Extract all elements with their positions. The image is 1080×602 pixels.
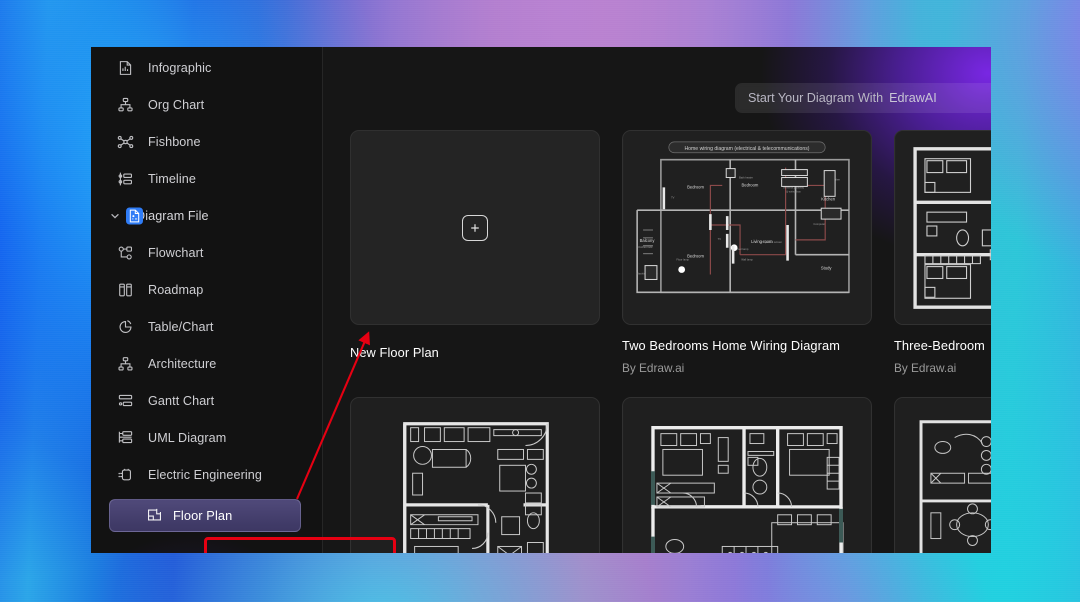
timeline-icon [117, 170, 134, 187]
sidebar-item-label: Flowchart [148, 245, 204, 260]
sidebar-item-floor-plan[interactable]: Floor Plan [109, 498, 301, 532]
template-thumbnail[interactable] [350, 397, 600, 553]
sidebar-item-label: Electric Engineering [148, 467, 263, 482]
main-panel: Start Your Diagram With EdrawAI New Floo… [323, 47, 991, 553]
sidebar-item-fishbone[interactable]: Fishbone [91, 123, 323, 160]
card-author: By Edraw.ai [622, 361, 685, 375]
card-title: New Floor Plan [350, 345, 439, 360]
card-three-bedroom[interactable]: Three-Bedroom By Edraw.ai [894, 130, 991, 375]
svg-text:Bedroom: Bedroom [687, 184, 704, 189]
svg-text:Balcony: Balcony [640, 238, 656, 243]
new-floor-plan-thumbnail[interactable] [350, 130, 600, 325]
sidebar-item-label: Architecture [148, 356, 217, 371]
sidebar-item-org-chart[interactable]: Org Chart [91, 86, 323, 123]
svg-text:TV: TV [718, 237, 722, 241]
sidebar-item-label: Table/Chart [148, 319, 214, 334]
sidebar-item-flowchart[interactable]: Flowchart [91, 234, 323, 271]
search-placeholder-brand: EdrawAI [889, 91, 937, 105]
sidebar-item-uml-diagram[interactable]: UML Diagram [91, 419, 323, 456]
sidebar-item-floor-plan-row: Floor Plan [91, 493, 323, 537]
svg-text:Floor lamp: Floor lamp [736, 247, 749, 251]
table-chart-icon [117, 318, 134, 335]
svg-text:Meeting room: Meeting room [959, 552, 986, 553]
svg-text:Floor lamp: Floor lamp [676, 258, 689, 262]
template-thumbnail[interactable]: Home wiring diagram (electrical & teleco… [622, 130, 872, 325]
roadmap-icon [117, 281, 134, 298]
sidebar-item-label: Timeline [148, 171, 196, 186]
sidebar-item-label: Floor Plan [173, 507, 233, 523]
svg-text:Clothes rack: Clothes rack [638, 245, 653, 249]
org-chart-icon [117, 96, 134, 113]
card-apartment-plan[interactable] [350, 397, 600, 553]
diagram-file-icon [126, 207, 143, 224]
sidebar-item-label: Gantt Chart [148, 393, 215, 408]
sidebar-item-gantt-chart[interactable]: Gantt Chart [91, 382, 323, 419]
svg-text:Projection screen: Projection screen [761, 240, 782, 244]
svg-text:TV: TV [671, 195, 675, 199]
svg-text:Study: Study [821, 266, 833, 271]
template-row: Boss's office Finance office Meeting roo… [350, 397, 991, 553]
svg-text:Kitchen: Kitchen [821, 196, 836, 201]
svg-text:& wiring box: & wiring box [786, 189, 801, 193]
svg-text:Wall lamp: Wall lamp [741, 258, 753, 262]
template-gallery: New Floor Plan Home wiring diagram (elec… [323, 130, 991, 553]
sidebar-item-electric-engineering[interactable]: Electric Engineering [91, 456, 323, 493]
sidebar-item-label: Fishbone [148, 134, 201, 149]
card-two-bed-plan[interactable] [622, 397, 872, 553]
flowchart-icon [117, 244, 134, 261]
card-two-bedrooms-home-wiring-diagram[interactable]: Home wiring diagram (electrical & teleco… [622, 130, 872, 375]
search-input[interactable]: Start Your Diagram With EdrawAI [735, 83, 991, 113]
sidebar-item-table-chart[interactable]: Table/Chart [91, 308, 323, 345]
sidebar-item-label: Infographic [148, 60, 212, 75]
sidebar-item-label: UML Diagram [148, 430, 227, 445]
template-thumbnail[interactable]: Boss's office Finance office Meeting roo… [894, 397, 991, 553]
sidebar-nav-list: Infographic Org Chart Fishbone Timeline … [91, 47, 323, 537]
sidebar-item-roadmap[interactable]: Roadmap [91, 271, 323, 308]
architecture-icon [117, 355, 134, 372]
chevron-down-icon[interactable] [109, 210, 121, 222]
card-author: By Edraw.ai [894, 361, 957, 375]
fishbone-icon [117, 133, 134, 150]
plus-icon [462, 214, 488, 241]
sidebar-group-label: Diagram File [136, 208, 209, 223]
card-office-plan[interactable]: Boss's office Finance office Meeting roo… [894, 397, 991, 553]
sidebar-item-infographic[interactable]: Infographic [91, 49, 323, 86]
sidebar: Infographic Org Chart Fishbone Timeline … [91, 47, 323, 553]
sidebar-group-diagram-file[interactable]: Diagram File [91, 197, 323, 234]
card-new-floor-plan[interactable]: New Floor Plan [350, 130, 600, 375]
application-window: Infographic Org Chart Fishbone Timeline … [91, 47, 991, 553]
card-title: Three-Bedroom [894, 338, 985, 353]
floor-plan-icon [146, 507, 163, 524]
template-thumbnail[interactable] [622, 397, 872, 553]
svg-text:Bedroom: Bedroom [687, 254, 704, 259]
sidebar-item-label: Org Chart [148, 97, 205, 112]
svg-text:Computer: Computer [813, 222, 825, 226]
svg-text:Bath heater: Bath heater [739, 176, 753, 180]
infographic-icon [117, 59, 134, 76]
template-row: New Floor Plan Home wiring diagram (elec… [350, 130, 991, 375]
electric-engineering-icon [117, 466, 134, 483]
card-title: Two Bedrooms Home Wiring Diagram [622, 338, 840, 353]
gantt-chart-icon [117, 392, 134, 409]
sidebar-item-architecture[interactable]: Architecture [91, 345, 323, 382]
svg-text:Home wiring diagram (electrica: Home wiring diagram (electrical & teleco… [684, 146, 809, 152]
uml-diagram-icon [117, 429, 134, 446]
template-thumbnail[interactable] [894, 130, 991, 325]
search-placeholder-prefix: Start Your Diagram With [748, 91, 884, 105]
svg-text:Bedroom: Bedroom [742, 182, 759, 187]
sidebar-item-label: Roadmap [148, 282, 204, 297]
sidebar-item-timeline[interactable]: Timeline [91, 160, 323, 197]
